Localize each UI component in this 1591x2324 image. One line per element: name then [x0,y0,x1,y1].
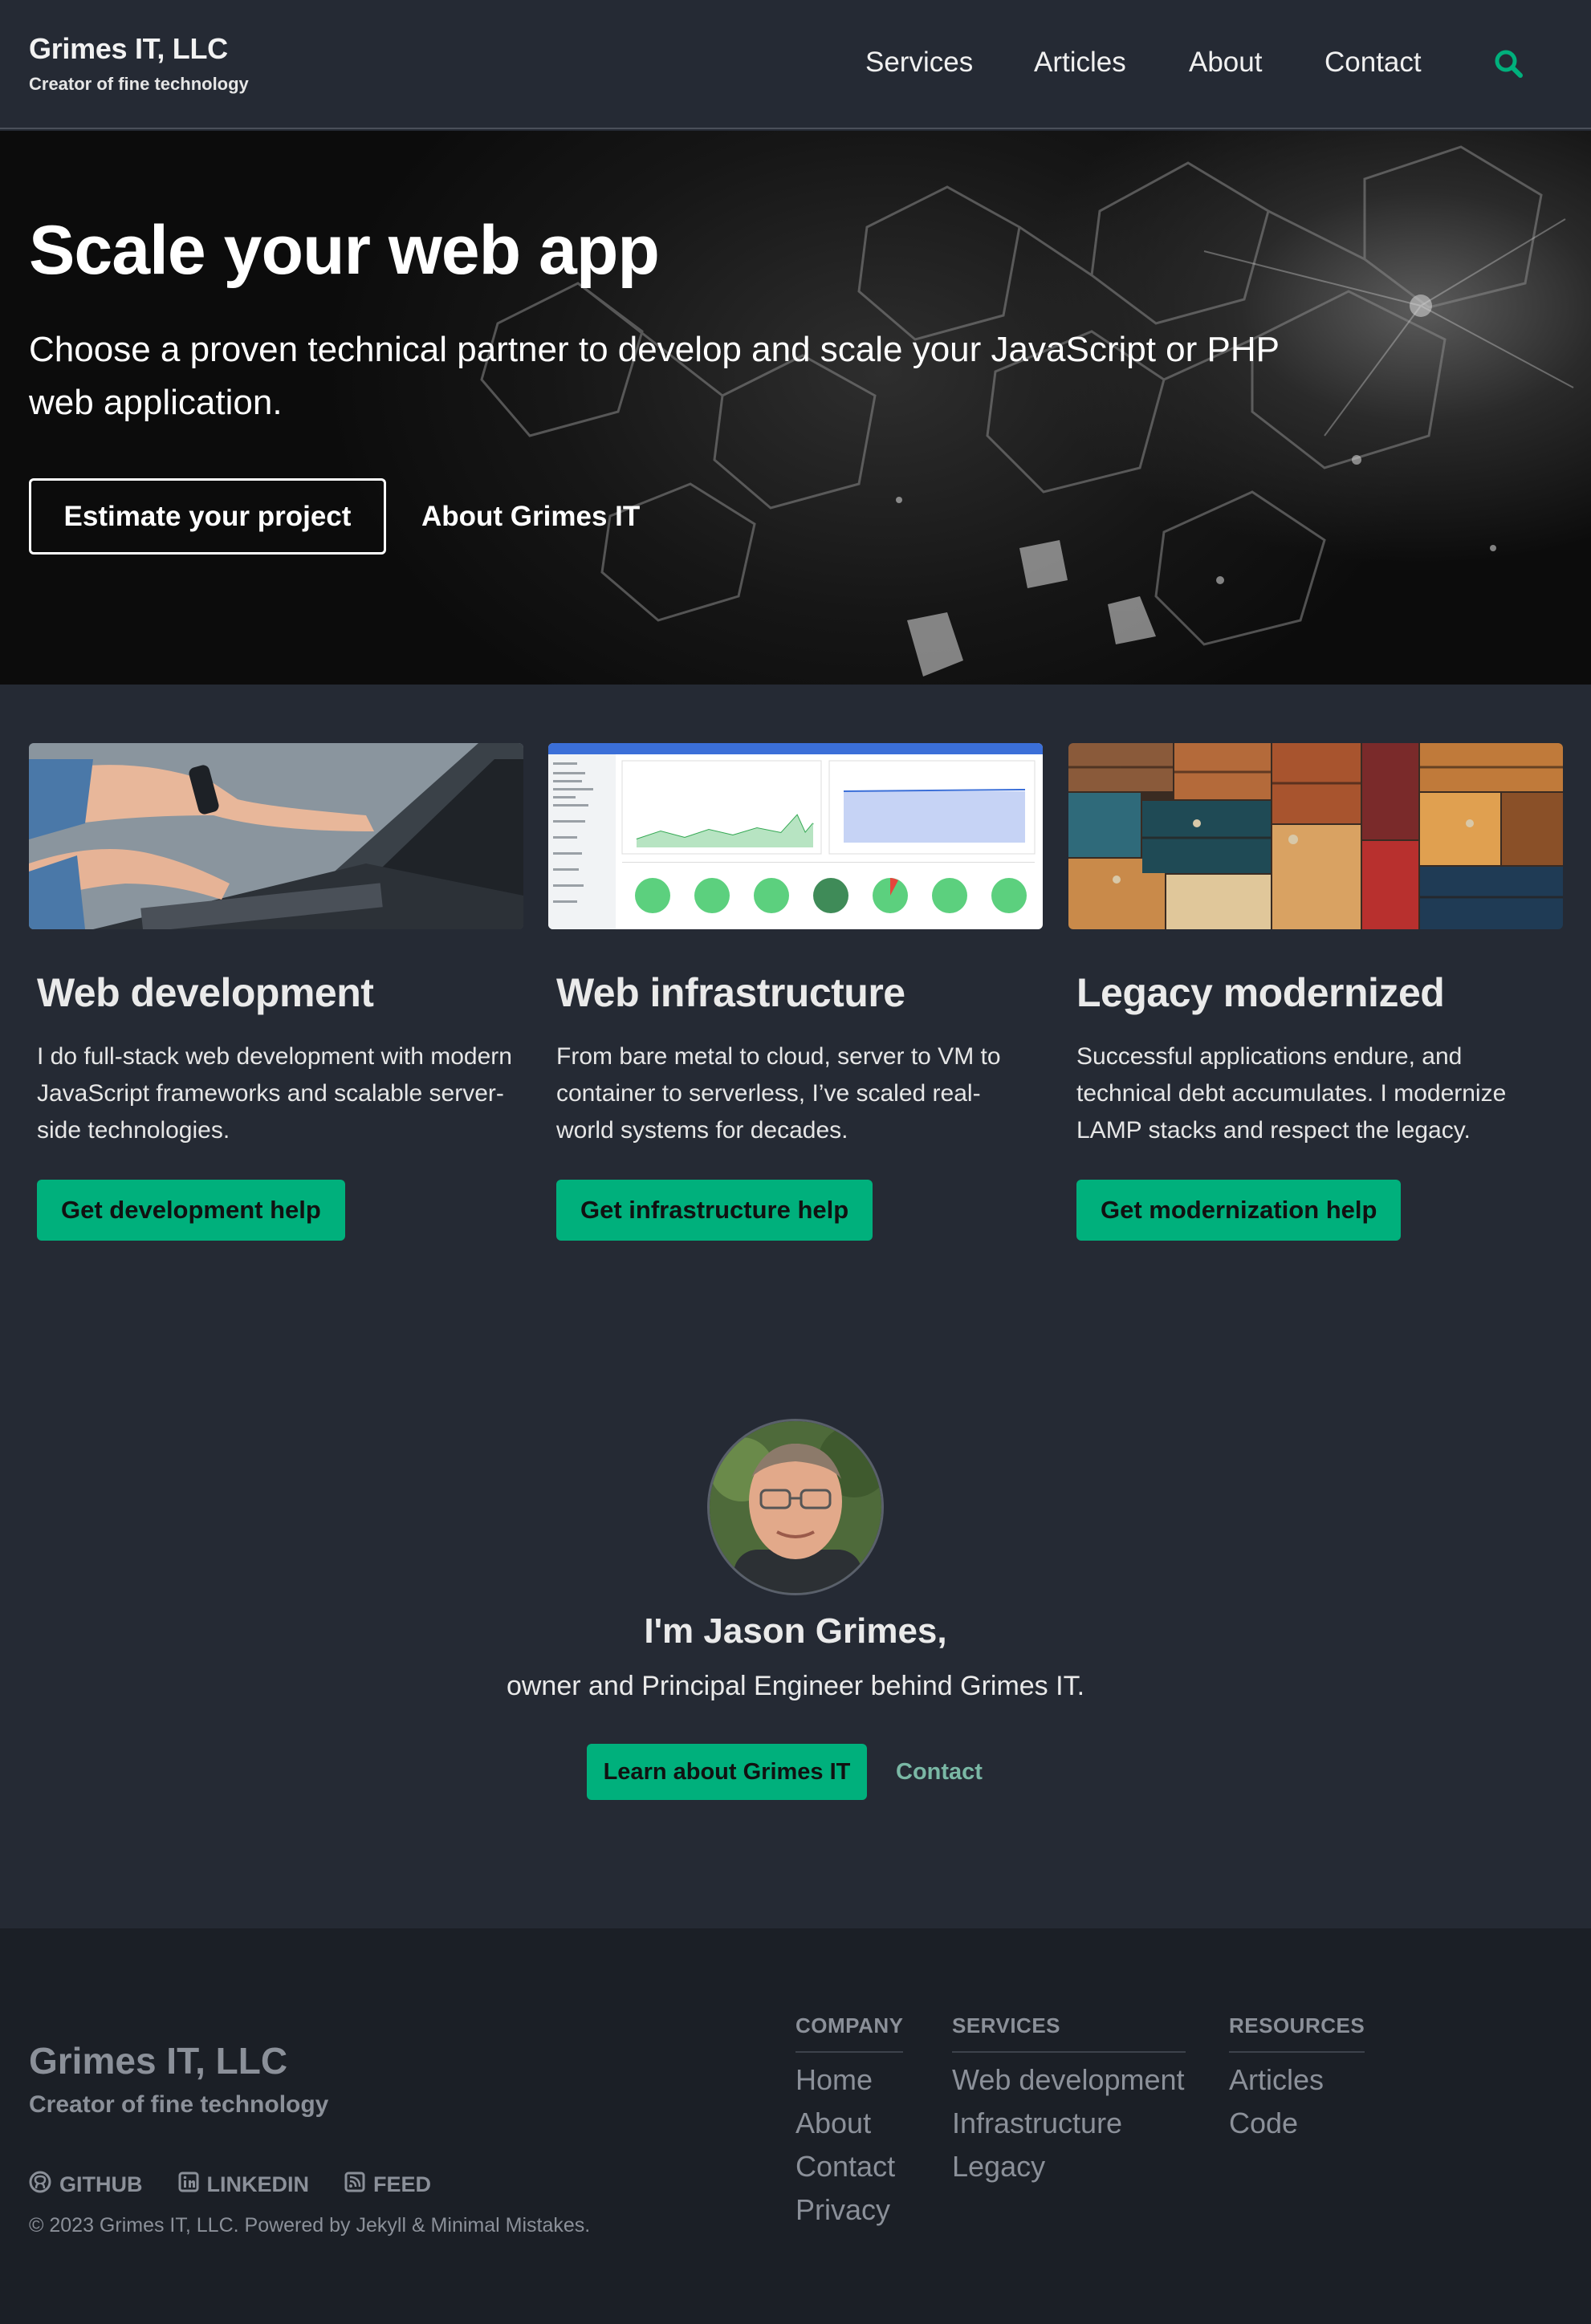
rss-feed-icon [344,2172,365,2198]
github-icon [29,2171,51,2199]
footer-link-legacy[interactable]: Legacy [952,2151,1186,2183]
feature-description: Successful applications endure, and tech… [1076,1043,1507,1144]
author-role: owner and Principal Engineer behind Grim… [506,1671,1085,1701]
hero-section: Scale your web app Choose a proven techn… [0,131,1591,685]
author-name: I'm Jason Grimes, [644,1611,947,1651]
hero-title: Scale your web app [29,212,660,289]
footer-link-home[interactable]: Home [796,2064,903,2096]
footer-feed-link[interactable]: FEED [344,2171,431,2199]
github-label: GITHUB [59,2172,143,2196]
estimate-project-button[interactable]: Estimate your project [29,478,386,555]
footer-link-privacy[interactable]: Privacy [796,2194,903,2226]
feature-title: Legacy modernized [1076,970,1445,1015]
author-avatar [707,1419,884,1595]
linkedin-icon [178,2172,199,2198]
footer-link-infrastructure[interactable]: Infrastructure [952,2107,1186,2139]
about-grimes-it-link[interactable]: About Grimes IT [421,478,640,555]
footer-title[interactable]: Grimes IT, LLC [29,2039,287,2082]
footer-column-heading: RESOURCES [1229,2013,1365,2053]
footer-column-services: SERVICES Web development Infrastructure … [952,2013,1186,2183]
nav-contact[interactable]: Contact [1324,47,1422,82]
site-brand[interactable]: Grimes IT, LLC Creator of fine technolog… [29,32,249,95]
footer-link-about[interactable]: About [796,2107,903,2139]
footer-github-link[interactable]: GITHUB [29,2171,143,2199]
site-subtitle: Creator of fine technology [29,74,249,94]
nav-articles[interactable]: Articles [1034,47,1126,82]
get-infrastructure-help-button[interactable]: Get infrastructure help [556,1180,873,1241]
feature-title: Web infrastructure [556,970,905,1015]
feature-description: From bare metal to cloud, server to VM t… [556,1043,1001,1144]
footer-column-resources: RESOURCES Articles Code [1229,2013,1365,2139]
search-icon[interactable] [1491,47,1527,82]
footer-link-articles[interactable]: Articles [1229,2064,1365,2096]
footer-link-web-development[interactable]: Web development [952,2064,1186,2096]
footer-column-company: COMPANY Home About Contact Privacy [796,2013,904,2226]
web-development-image [29,743,523,929]
nav-services[interactable]: Services [865,47,973,82]
footer-subtitle: Creator of fine technology [29,2091,329,2118]
footer-link-contact[interactable]: Contact [796,2151,903,2183]
get-modernization-help-button[interactable]: Get modernization help [1076,1180,1402,1241]
legacy-modernized-image [1068,743,1563,929]
feed-label: FEED [373,2172,432,2196]
site-footer: Grimes IT, LLC Creator of fine technolog… [0,1928,1591,2324]
feature-title: Web development [37,970,374,1015]
feature-description: I do full-stack web development with mod… [37,1043,512,1144]
learn-about-grimes-it-button[interactable]: Learn about Grimes IT [587,1744,867,1800]
web-infrastructure-image [548,743,1043,929]
author-contact-link[interactable]: Contact [896,1744,983,1800]
site-header: Grimes IT, LLC Creator of fine technolog… [0,0,1591,129]
footer-social-links: GITHUB LINKEDIN FEED [29,2171,431,2199]
footer-column-heading: SERVICES [952,2013,1186,2053]
footer-copyright: © 2023 Grimes IT, LLC. Powered by Jekyll… [29,2214,591,2237]
hero-lead: Choose a proven technical partner to dev… [29,330,1280,422]
footer-column-heading: COMPANY [796,2013,904,2053]
footer-linkedin-link[interactable]: LINKEDIN [178,2171,310,2199]
site-title[interactable]: Grimes IT, LLC [29,32,249,66]
linkedin-label: LINKEDIN [206,2172,310,2196]
nav-about[interactable]: About [1189,47,1262,82]
get-development-help-button[interactable]: Get development help [37,1180,345,1241]
footer-link-code[interactable]: Code [1229,2107,1365,2139]
